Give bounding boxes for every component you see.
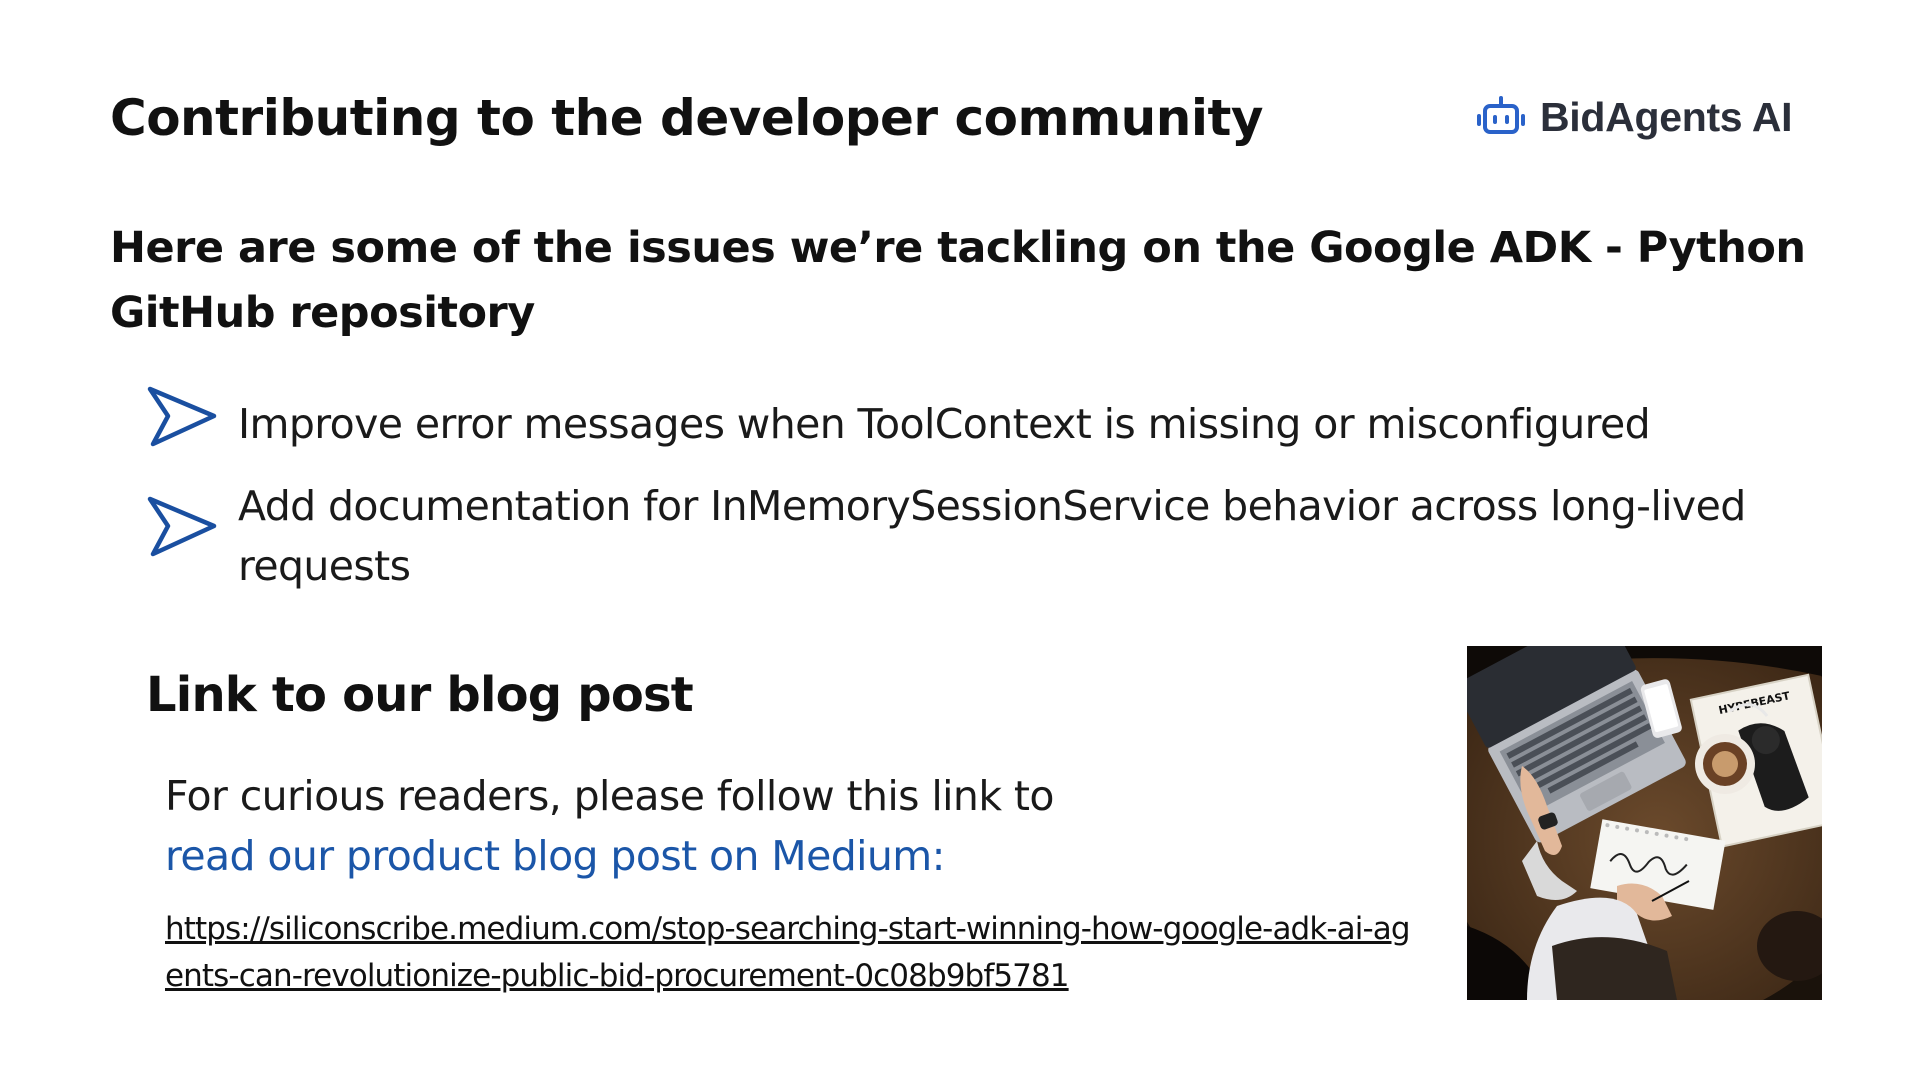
workspace-photo: HYPEBEAST bbox=[1467, 646, 1822, 1000]
blog-link[interactable]: read our product blog post on Medium: bbox=[165, 826, 1365, 886]
issue-bullet: Add documentation for InMemorySessionSer… bbox=[146, 482, 1746, 590]
robot-icon bbox=[1477, 96, 1525, 134]
workspace-photo-art: HYPEBEAST bbox=[1467, 646, 1822, 1000]
logo-text: BidAgents AI bbox=[1540, 93, 1793, 140]
blog-intro: For curious readers, please follow this … bbox=[165, 766, 1365, 886]
issue-bullet: Improve error messages when ToolContext … bbox=[146, 386, 1651, 448]
arrow-chevron-icon bbox=[147, 386, 217, 447]
brand-logo: BidAgents AI bbox=[1476, 92, 1793, 142]
page-title: Contributing to the developer community bbox=[110, 89, 1264, 147]
blog-intro-text: For curious readers, please follow this … bbox=[165, 772, 1054, 820]
arrow-chevron-icon bbox=[147, 496, 217, 557]
blog-url-link[interactable]: https://siliconscribe.medium.com/stop-se… bbox=[165, 906, 1415, 1000]
blog-heading: Link to our blog post bbox=[146, 667, 694, 723]
issue-text: Improve error messages when ToolContext … bbox=[238, 400, 1651, 448]
issue-text: Add documentation for InMemorySessionSer… bbox=[238, 482, 1746, 590]
subtitle: Here are some of the issues we’re tackli… bbox=[110, 223, 1806, 338]
